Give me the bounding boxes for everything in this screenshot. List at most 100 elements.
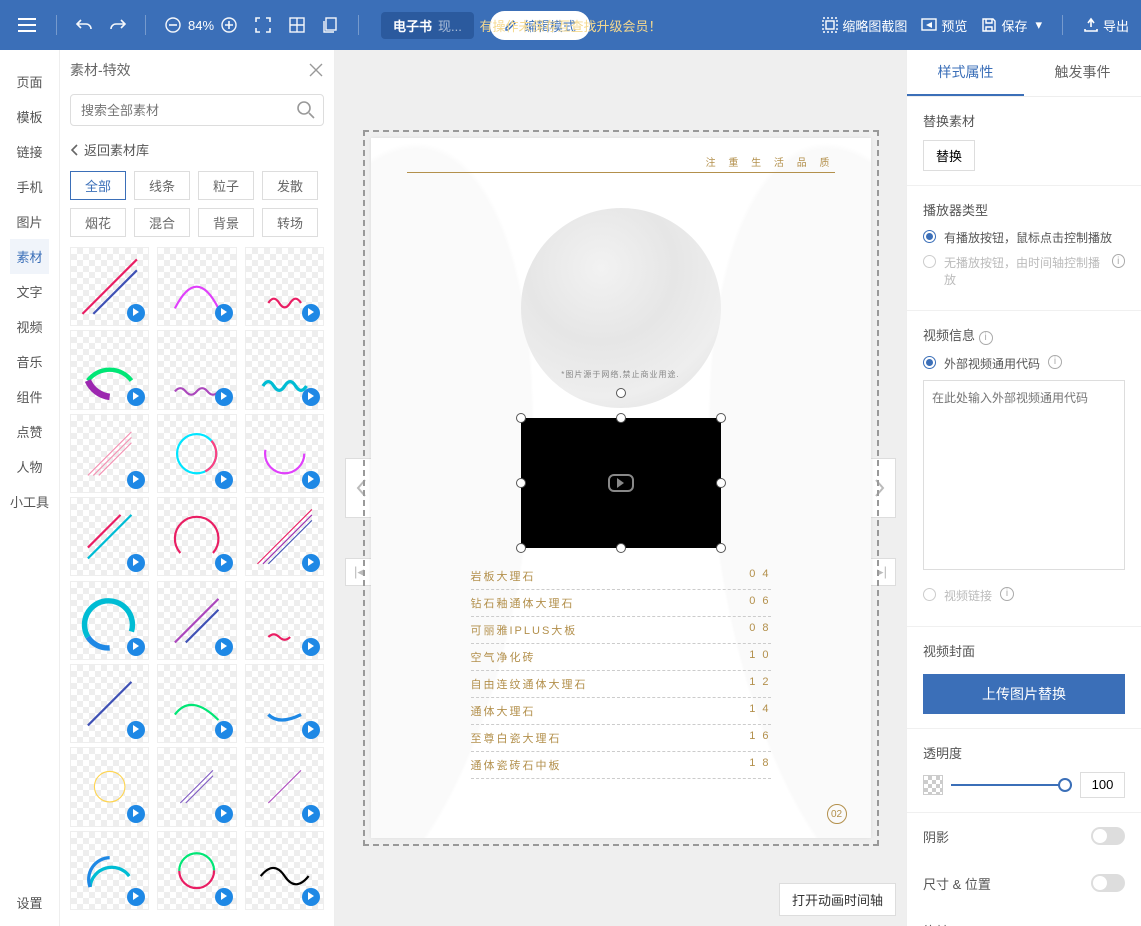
asset-thumb[interactable] xyxy=(157,247,236,326)
page-number: 02 xyxy=(827,804,847,824)
asset-thumb[interactable] xyxy=(70,497,149,576)
settings-nav[interactable]: 设置 xyxy=(0,885,59,920)
nav-item[interactable]: 链接 xyxy=(10,134,49,169)
toc-row: 通体瓷砖石中板1 8 xyxy=(471,752,771,779)
toc-row: 岩板大理石0 4 xyxy=(471,563,771,590)
video-code-option[interactable]: 外部视频通用代码i xyxy=(923,355,1125,372)
asset-thumb[interactable] xyxy=(70,414,149,493)
tab-style[interactable]: 样式属性 xyxy=(907,50,1024,96)
video-element-selected[interactable] xyxy=(521,418,721,548)
zoom-in-icon[interactable] xyxy=(216,12,242,38)
shadow-section[interactable]: 阴影 xyxy=(907,813,1141,860)
shadow-toggle[interactable] xyxy=(1091,827,1125,845)
asset-thumb[interactable] xyxy=(245,581,324,660)
category-filter[interactable]: 粒子 xyxy=(198,171,254,200)
doc-mode[interactable]: 电子书 现... xyxy=(381,12,474,39)
timeline-button[interactable]: 打开动画时间轴 xyxy=(779,883,896,916)
back-to-library[interactable]: 返回素材库 xyxy=(60,132,334,167)
left-nav: 页面模板链接手机图片素材文字视频音乐组件点赞人物小工具 设置 xyxy=(0,50,60,926)
size-pos-section[interactable]: 尺寸 & 位置 xyxy=(907,860,1141,907)
info-icon[interactable]: i xyxy=(1048,355,1062,369)
menu-icon[interactable] xyxy=(12,10,42,40)
asset-thumb[interactable] xyxy=(157,831,236,910)
nav-item[interactable]: 组件 xyxy=(10,379,49,414)
player-option-nobutton[interactable]: 无播放按钮，由时间轴控制播放i xyxy=(923,254,1125,288)
play-icon xyxy=(608,474,634,492)
category-filter[interactable]: 发散 xyxy=(262,171,318,200)
category-filter[interactable]: 全部 xyxy=(70,171,126,200)
category-filter[interactable]: 背景 xyxy=(198,208,254,237)
category-filter[interactable]: 烟花 xyxy=(70,208,126,237)
rotate-section[interactable]: 旋转 xyxy=(907,907,1141,926)
properties-panel: 样式属性 触发事件 替换素材 替换 播放器类型 有播放按钮，鼠标点击控制播放 无… xyxy=(906,50,1141,926)
preview-button[interactable]: 预览 xyxy=(921,16,967,35)
nav-item[interactable]: 模板 xyxy=(10,99,49,134)
asset-thumb[interactable] xyxy=(70,664,149,743)
nav-item[interactable]: 小工具 xyxy=(10,484,49,519)
nav-item[interactable]: 文字 xyxy=(10,274,49,309)
opacity-slider[interactable] xyxy=(951,784,1072,786)
close-icon[interactable] xyxy=(308,62,324,78)
page-header-text: 注 重 生 活 品 质 xyxy=(706,154,835,169)
toc-row: 可丽雅IPLUS大板0 8 xyxy=(471,617,771,644)
search-icon[interactable] xyxy=(296,100,316,120)
info-icon[interactable]: i xyxy=(1112,254,1125,268)
player-option-button[interactable]: 有播放按钮，鼠标点击控制播放 xyxy=(923,229,1125,246)
asset-thumb[interactable] xyxy=(157,330,236,409)
replace-button[interactable]: 替换 xyxy=(923,140,975,171)
asset-thumb[interactable] xyxy=(245,747,324,826)
asset-panel: 素材-特效 返回素材库 全部线条粒子发散烟花混合背景转场 xyxy=(60,50,335,926)
opacity-input[interactable] xyxy=(1080,772,1125,798)
category-filter[interactable]: 转场 xyxy=(262,208,318,237)
nav-item[interactable]: 人物 xyxy=(10,449,49,484)
video-code-input[interactable] xyxy=(923,380,1125,570)
asset-thumb[interactable] xyxy=(245,247,324,326)
asset-thumb[interactable] xyxy=(157,664,236,743)
layers-icon[interactable] xyxy=(318,12,344,38)
nav-item[interactable]: 点赞 xyxy=(10,414,49,449)
asset-thumb[interactable] xyxy=(157,747,236,826)
nav-item[interactable]: 图片 xyxy=(10,204,49,239)
sizepos-toggle[interactable] xyxy=(1091,874,1125,892)
asset-thumb[interactable] xyxy=(70,747,149,826)
hero-image[interactable]: *图片源于网络,禁止商业用途. xyxy=(521,208,721,408)
nav-item[interactable]: 手机 xyxy=(10,169,49,204)
asset-thumb[interactable] xyxy=(245,414,324,493)
panel-title: 素材-特效 xyxy=(70,60,131,80)
redo-icon[interactable] xyxy=(105,12,131,38)
zoom-out-icon[interactable] xyxy=(160,12,186,38)
asset-thumb[interactable] xyxy=(245,330,324,409)
nav-item[interactable]: 视频 xyxy=(10,309,49,344)
info-icon[interactable]: i xyxy=(979,331,993,345)
fullscreen-icon[interactable] xyxy=(250,12,276,38)
zoom-level: 84% xyxy=(188,18,214,33)
page-content[interactable]: 注 重 生 活 品 质 *图片源于网络,禁止商业用途. 岩板大理石0 4钻石釉通… xyxy=(371,138,871,838)
asset-thumb[interactable] xyxy=(70,247,149,326)
opacity-swatch xyxy=(923,775,943,795)
tab-trigger[interactable]: 触发事件 xyxy=(1024,50,1141,96)
asset-thumb[interactable] xyxy=(157,581,236,660)
thumbnail-button[interactable]: 缩略图截图 xyxy=(822,16,907,35)
asset-thumb[interactable] xyxy=(157,497,236,576)
undo-icon[interactable] xyxy=(71,12,97,38)
export-button[interactable]: 导出 xyxy=(1083,16,1129,35)
asset-thumb[interactable] xyxy=(70,330,149,409)
asset-thumb[interactable] xyxy=(70,831,149,910)
save-button[interactable]: 保存▾ xyxy=(981,16,1042,35)
asset-thumb[interactable] xyxy=(157,414,236,493)
asset-thumb[interactable] xyxy=(245,831,324,910)
asset-thumb[interactable] xyxy=(245,664,324,743)
search-input[interactable] xyxy=(70,94,324,126)
nav-item[interactable]: 素材 xyxy=(10,239,49,274)
video-link-option[interactable]: 视频链接i xyxy=(923,587,1125,604)
upload-cover-button[interactable]: 上传图片替换 xyxy=(923,674,1125,714)
nav-item[interactable]: 页面 xyxy=(10,64,49,99)
nav-item[interactable]: 音乐 xyxy=(10,344,49,379)
grid-icon[interactable] xyxy=(284,12,310,38)
category-filter[interactable]: 线条 xyxy=(134,171,190,200)
asset-thumb[interactable] xyxy=(245,497,324,576)
asset-thumb[interactable] xyxy=(70,581,149,660)
category-filter[interactable]: 混合 xyxy=(134,208,190,237)
info-icon[interactable]: i xyxy=(1000,587,1014,601)
toc-row: 钻石釉通体大理石0 6 xyxy=(471,590,771,617)
